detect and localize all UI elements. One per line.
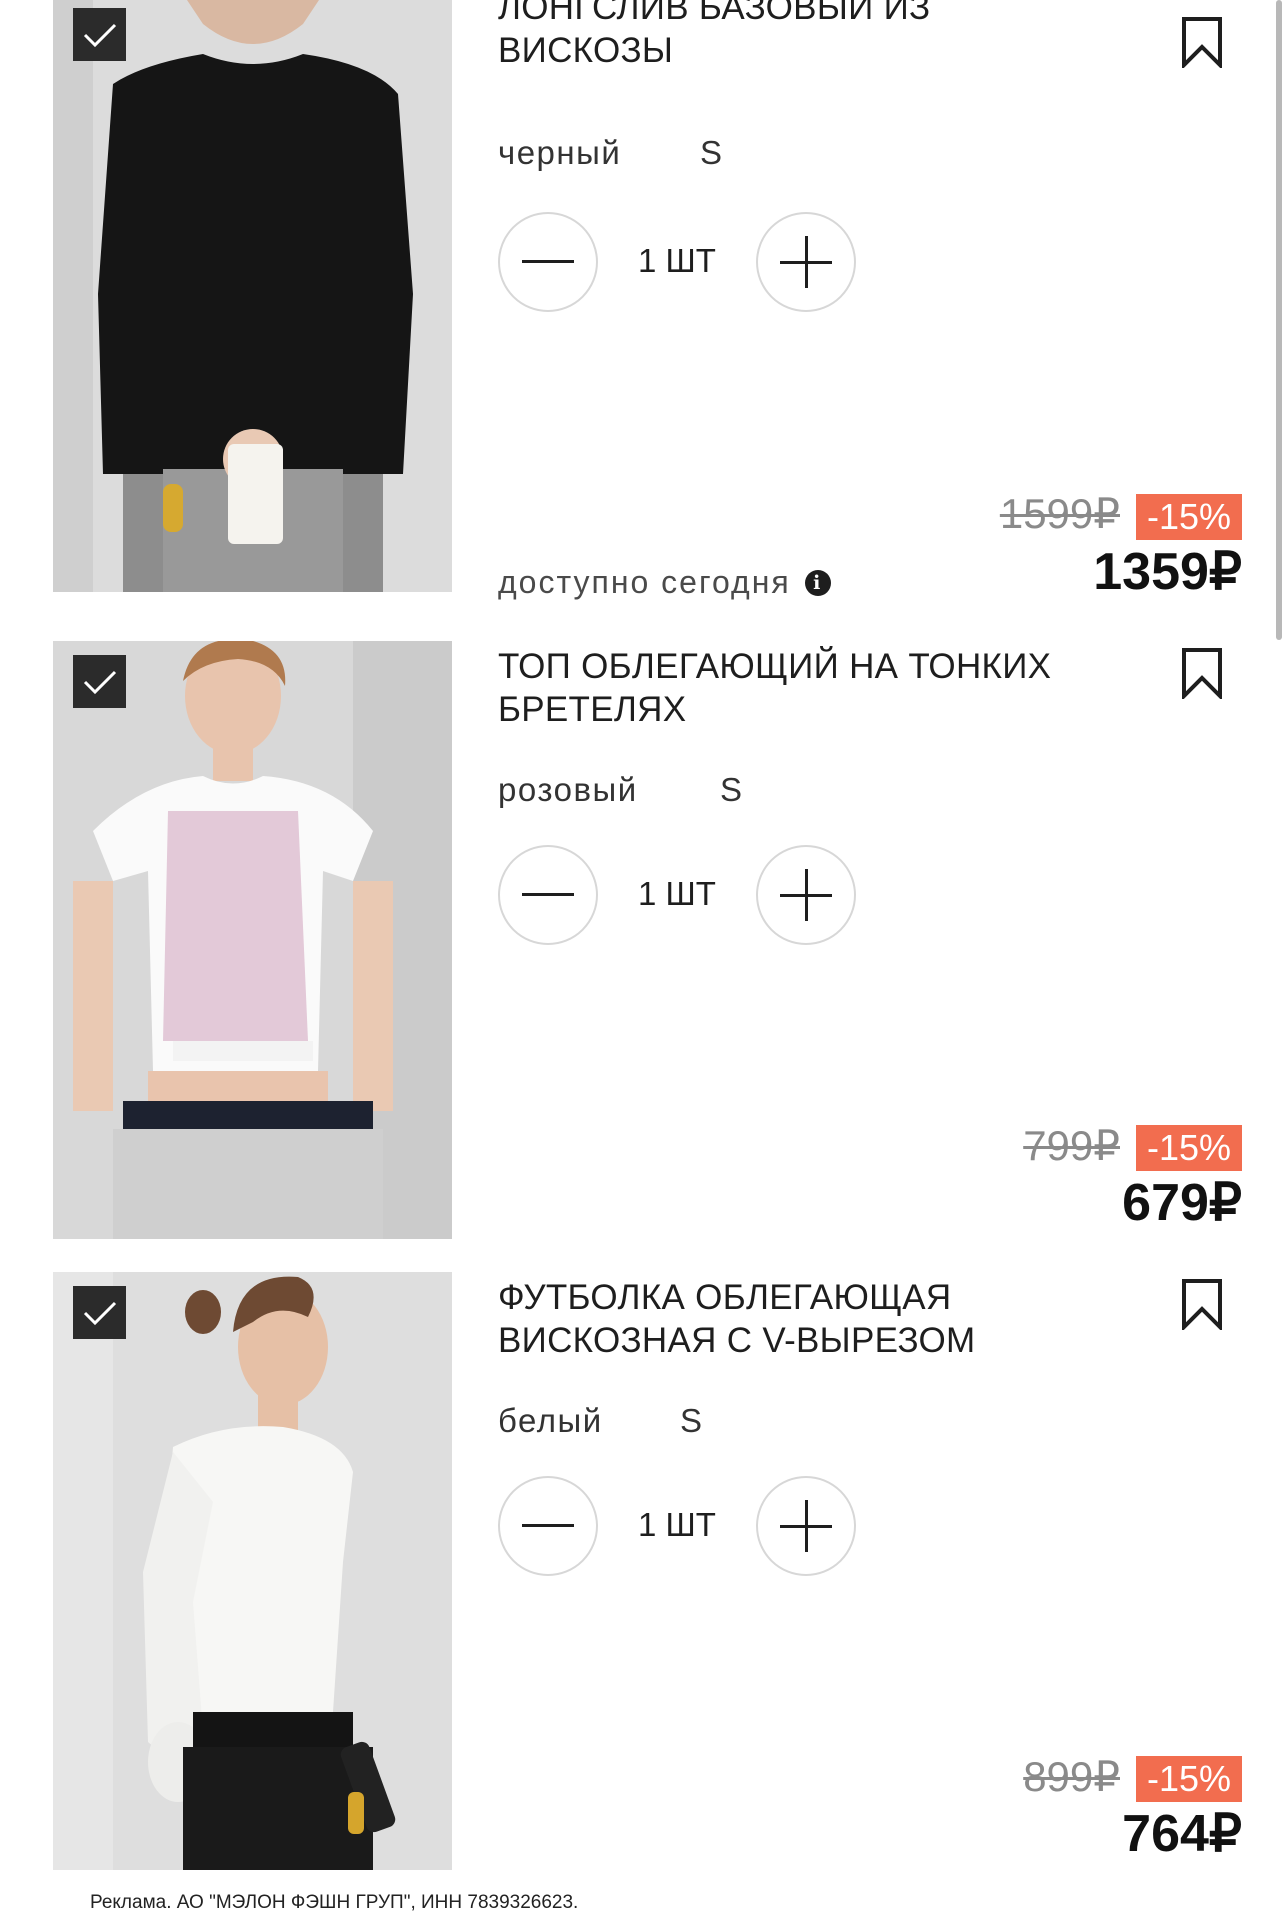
price: 1359₽: [1093, 543, 1242, 601]
availability-text: доступно сегодня: [498, 564, 791, 600]
product-photo[interactable]: [53, 641, 452, 1239]
quantity-stepper: 1 ШТ: [498, 1476, 858, 1576]
quantity-stepper: 1 ШТ: [498, 212, 858, 312]
quantity-stepper: 1 ШТ: [498, 845, 858, 945]
product-title[interactable]: ТОП ОБЛЕГАЮЩИЙ НА ТОНКИХ БРЕТЕЛЯХ: [498, 645, 1078, 731]
checkbox[interactable]: [73, 8, 126, 61]
availability: доступно сегодня i: [498, 564, 831, 601]
ad-disclaimer: Реклама. АО "МЭЛОН ФЭШН ГРУП", ИНН 78393…: [90, 1892, 579, 1913]
check-icon: [83, 670, 116, 694]
product-photo[interactable]: [53, 1272, 452, 1870]
product-title[interactable]: ЛОНГСЛИВ БАЗОВЫЙ ИЗ ВИСКОЗЫ: [498, 0, 1078, 72]
bookmark-icon[interactable]: [1178, 16, 1226, 68]
old-price: 799₽: [1023, 1122, 1120, 1169]
decrease-button[interactable]: [498, 1476, 598, 1576]
product-size: S: [720, 771, 743, 808]
discount-badge: -15%: [1136, 494, 1242, 540]
minus-icon: [522, 893, 574, 896]
plus-icon: [780, 1500, 832, 1552]
check-icon: [83, 1301, 116, 1325]
minus-icon: [522, 1524, 574, 1527]
cart-item: ЛОНГСЛИВ БАЗОВЫЙ ИЗ ВИСКОЗЫ черный S 1 Ш…: [0, 0, 1288, 601]
product-size: S: [680, 1402, 703, 1439]
checkbox[interactable]: [73, 655, 126, 708]
plus-icon: [780, 869, 832, 921]
checkbox[interactable]: [73, 1286, 126, 1339]
scrollbar[interactable]: [1276, 0, 1282, 640]
product-size: S: [700, 134, 723, 171]
product-color: розовый: [498, 771, 638, 808]
quantity-value: 1 ШТ: [638, 1506, 716, 1543]
product-color: белый: [498, 1402, 603, 1439]
decrease-button[interactable]: [498, 845, 598, 945]
product-title[interactable]: ФУТБОЛКА ОБЛЕГАЮЩАЯ ВИСКОЗНАЯ С V-ВЫРЕЗО…: [498, 1276, 998, 1362]
increase-button[interactable]: [756, 212, 856, 312]
quantity-value: 1 ШТ: [638, 242, 716, 279]
quantity-value: 1 ШТ: [638, 875, 716, 912]
cart-item: ТОП ОБЛЕГАЮЩИЙ НА ТОНКИХ БРЕТЕЛЯХ розовы…: [0, 641, 1288, 1239]
increase-button[interactable]: [756, 845, 856, 945]
minus-icon: [522, 260, 574, 263]
cart-item: ФУТБОЛКА ОБЛЕГАЮЩАЯ ВИСКОЗНАЯ С V-ВЫРЕЗО…: [0, 1272, 1288, 1870]
decrease-button[interactable]: [498, 212, 598, 312]
product-color: черный: [498, 134, 622, 171]
product-photo[interactable]: [53, 0, 452, 592]
bookmark-icon[interactable]: [1178, 1278, 1226, 1330]
discount-badge: -15%: [1136, 1756, 1242, 1802]
price: 764₽: [1122, 1805, 1242, 1863]
old-price: 1599₽: [999, 490, 1120, 537]
bookmark-icon[interactable]: [1178, 647, 1226, 699]
check-icon: [83, 23, 116, 47]
old-price: 899₽: [1023, 1753, 1120, 1800]
price: 679₽: [1122, 1174, 1242, 1232]
increase-button[interactable]: [756, 1476, 856, 1576]
info-icon[interactable]: i: [804, 569, 831, 596]
discount-badge: -15%: [1136, 1125, 1242, 1171]
plus-icon: [780, 236, 832, 288]
